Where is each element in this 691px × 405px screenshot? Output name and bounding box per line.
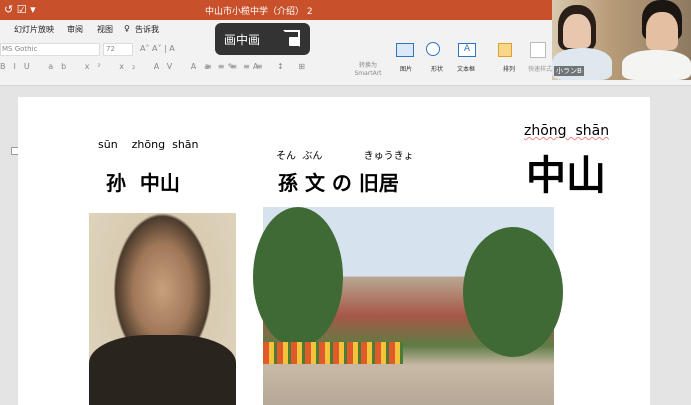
portrait-photo[interactable] [89, 213, 236, 405]
exit-pip-icon-box [289, 37, 300, 46]
portrait-coat [89, 335, 236, 405]
title-former-residence: 孫 文 の 旧居 [278, 171, 399, 195]
font-name-input[interactable]: MS Gothic [0, 43, 100, 56]
title-zhongshan: 中山 [526, 153, 606, 199]
document-title: 中山市小榄中学（介绍） 2 [205, 7, 313, 17]
textbox-button[interactable]: 文本框 [457, 64, 475, 73]
participant-face [563, 14, 591, 48]
lightbulb-icon: ♀ [124, 24, 130, 33]
quick-access-icons[interactable]: ↺ ☑ ▾ [4, 3, 36, 16]
shape-icon[interactable] [426, 42, 440, 56]
convert-smartart-button[interactable]: 转换为 SmartArt [350, 62, 386, 78]
quick-styles-icon[interactable] [530, 42, 546, 58]
participant-face-2 [646, 12, 678, 50]
video-feed: 小ランB [552, 0, 691, 80]
pinyin-sun-zhongshan: sūn zhōng shān [98, 138, 199, 151]
residence-photo[interactable] [253, 207, 563, 405]
menu-review[interactable]: 审阅 [67, 24, 83, 35]
align-buttons[interactable]: ≡≡≡≡≡ ↕ ⊞ [205, 62, 311, 71]
font-size-input[interactable]: 72 [103, 43, 133, 56]
pinyin-zhongshan: zhōng shān [524, 123, 610, 139]
slide-canvas[interactable]: sūn zhōng shān 孙 中山 そん ぶん きゅうきょ 孫 文 の 旧居… [18, 97, 650, 405]
flower-bed [263, 342, 403, 364]
kana-reading: そん ぶん きゅうきょ [276, 151, 414, 162]
arrange-button[interactable]: 排列 [503, 64, 515, 73]
picture-button[interactable]: 图片 [400, 64, 412, 73]
tree-right [463, 227, 563, 357]
arrange-icon[interactable] [498, 43, 512, 57]
quick-styles-button[interactable]: 快速样式 [528, 64, 552, 73]
participant-body-2 [622, 50, 691, 80]
pip-label: 画中画 [224, 33, 261, 47]
shape-button[interactable]: 形状 [431, 64, 443, 73]
font-size-buttons[interactable]: A˄ A˅ | A [140, 44, 175, 53]
participant-name: 小ランB [554, 66, 584, 76]
menu-slideshow[interactable]: 幻灯片放映 [14, 24, 54, 35]
menu-tell-me[interactable]: 告诉我 [135, 24, 159, 35]
menu-view[interactable]: 视图 [97, 24, 113, 35]
picture-icon[interactable] [396, 43, 414, 57]
tree-left [253, 207, 343, 347]
title-sun-zhongshan: 孙 中山 [106, 171, 180, 195]
textbox-icon[interactable]: A [458, 43, 476, 57]
picture-in-picture-button[interactable]: 画中画 [215, 23, 310, 55]
